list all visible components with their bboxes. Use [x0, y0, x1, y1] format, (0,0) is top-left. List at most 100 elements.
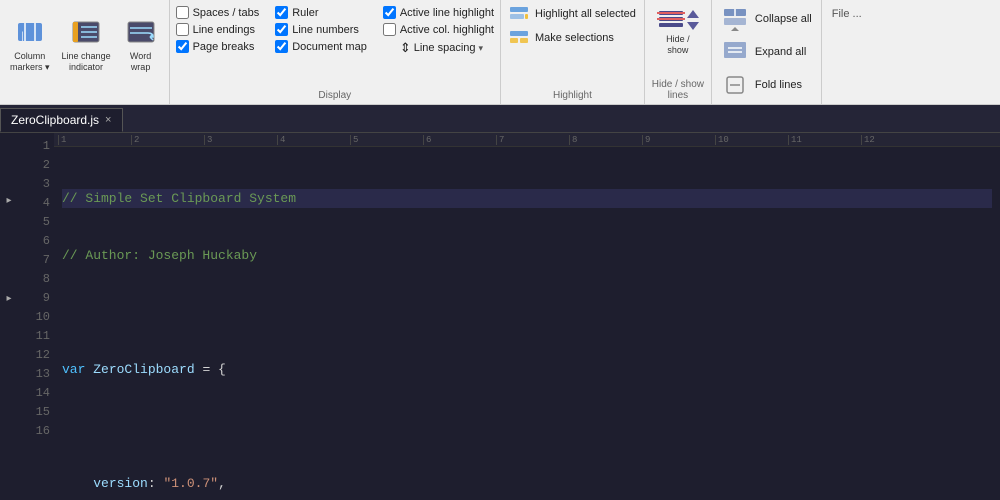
code-area[interactable]: 1 2 3 4 5 6 7 8 9 10 11 12 // Simple Set… — [54, 133, 1000, 500]
ruler-1: 1 — [58, 135, 131, 145]
column-markers-label: Columnmarkers ▾ — [10, 51, 50, 73]
tab-close-button[interactable]: × — [104, 114, 112, 126]
ruler-5: 5 — [350, 135, 423, 145]
make-selections-item[interactable]: Make selections — [509, 28, 636, 48]
line-spacing-icon: ⇕ — [400, 40, 411, 56]
display-col1: Spaces / tabs Line endings Page breaks — [176, 6, 260, 86]
line-num-16: 16 — [18, 422, 50, 441]
ruler-4: 4 — [277, 135, 350, 145]
code-line-5 — [62, 417, 992, 436]
ruler-marks: 1 2 3 4 5 6 7 8 9 10 11 12 — [58, 135, 934, 145]
line-num-13: 13 — [18, 365, 50, 384]
column-markers-button[interactable]: │ Columnmarkers ▾ — [6, 15, 54, 76]
fold-marker-6[interactable] — [3, 221, 15, 235]
code-line-4: var ZeroClipboard = { — [62, 360, 992, 379]
ruler-checkbox[interactable]: Ruler — [275, 6, 367, 19]
fold-marker-1[interactable] — [3, 151, 15, 165]
line-num-9: 9 — [18, 289, 50, 308]
active-col-highlight-checkbox[interactable]: Active col. highlight — [383, 23, 494, 36]
word-wrap-icon — [125, 18, 157, 50]
line-num-4: 4 — [18, 194, 50, 213]
line-endings-input[interactable] — [176, 23, 189, 36]
ruler-6: 6 — [423, 135, 496, 145]
line-num-5: 5 — [18, 213, 50, 232]
make-selections-label: Make selections — [535, 32, 614, 44]
active-col-highlight-input[interactable] — [383, 23, 396, 36]
line-change-indicator-button[interactable]: Line changeindicator — [58, 15, 115, 76]
fold-lines-label: Fold lines — [755, 79, 802, 91]
line-numbers-input[interactable] — [275, 23, 288, 36]
ruler-2: 2 — [131, 135, 204, 145]
active-line-highlight-label: Active line highlight — [400, 7, 494, 19]
fold-marker-11[interactable]: ▸ — [3, 291, 15, 305]
document-map-input[interactable] — [275, 40, 288, 53]
line-num-12: 12 — [18, 346, 50, 365]
page-breaks-checkbox[interactable]: Page breaks — [176, 40, 260, 53]
fold-marker-3[interactable] — [3, 179, 15, 193]
line-spacing-dropdown[interactable]: ⇕ Line spacing ▾ — [400, 40, 483, 56]
code-line-1: // Simple Set Clipboard System — [62, 189, 992, 208]
highlight-group: Highlight all selected Make selections H… — [501, 0, 645, 104]
spaces-tabs-label: Spaces / tabs — [193, 7, 260, 19]
line-num-10: 10 — [18, 308, 50, 327]
line-num-2: 2 — [18, 156, 50, 175]
ruler-label: Ruler — [292, 7, 318, 19]
display-group-label: Display — [170, 90, 500, 101]
tab-zeroclipboard[interactable]: ZeroClipboard.js × — [0, 108, 123, 132]
fold-marker-2[interactable] — [3, 165, 15, 179]
view-icon-buttons: │ Columnmarkers ▾ Line changeindicator — [6, 4, 163, 100]
ruler-7: 7 — [496, 135, 569, 145]
line-num-14: 14 — [18, 384, 50, 403]
spaces-tabs-checkbox[interactable]: Spaces / tabs — [176, 6, 260, 19]
highlight-all-selected-item[interactable]: Highlight all selected — [509, 4, 636, 24]
ruler-9: 9 — [642, 135, 715, 145]
line-numbers-checkbox[interactable]: Line numbers — [275, 23, 367, 36]
expand-all-row[interactable]: Expand all — [718, 37, 815, 67]
toolbar-group-view-icons: │ Columnmarkers ▾ Line changeindicator — [0, 0, 170, 104]
ruler-3: 3 — [204, 135, 277, 145]
line-endings-label: Line endings — [193, 24, 255, 36]
fold-marker-5[interactable] — [3, 207, 15, 221]
fold-marker-8[interactable] — [3, 249, 15, 263]
line-num-7: 7 — [18, 251, 50, 270]
line-endings-checkbox[interactable]: Line endings — [176, 23, 260, 36]
spaces-tabs-input[interactable] — [176, 6, 189, 19]
code-content[interactable]: // Simple Set Clipboard System // Author… — [54, 147, 1000, 500]
svg-text:│: │ — [20, 31, 25, 41]
page-breaks-label: Page breaks — [193, 41, 255, 53]
fold-marker-9[interactable] — [3, 263, 15, 277]
line-num-11: 11 — [18, 327, 50, 346]
word-wrap-button[interactable]: Wordwrap — [119, 15, 163, 76]
column-markers-icon: │ — [14, 18, 46, 50]
expand-all-icon — [721, 38, 749, 66]
collapse-all-label: Collapse all — [755, 13, 812, 25]
tab-filename: ZeroClipboard.js — [11, 113, 99, 127]
collapse-all-row[interactable]: Collapse all — [718, 4, 815, 34]
active-line-highlight-checkbox[interactable]: Active line highlight — [383, 6, 494, 19]
hide-show-icon-area — [657, 6, 699, 34]
page-breaks-input[interactable] — [176, 40, 189, 53]
highlight-all-icon — [509, 4, 529, 24]
line-num-3: 3 — [18, 175, 50, 194]
line-spacing-arrow: ▾ — [479, 43, 484, 54]
line-spacing-label: Line spacing — [414, 42, 476, 54]
fold-lines-row[interactable]: Fold lines — [718, 70, 815, 100]
line-num-8: 8 — [18, 270, 50, 289]
fold-marker-7[interactable] — [3, 235, 15, 249]
collapse-all-icon — [721, 5, 749, 33]
ruler-input[interactable] — [275, 6, 288, 19]
code-line-6: version: "1.0.7", — [62, 474, 992, 493]
line-change-indicator-label: Line changeindicator — [62, 51, 111, 73]
ruler-11: 11 — [788, 135, 861, 145]
tab-bar: ZeroClipboard.js × — [0, 105, 1000, 133]
fold-marker-10[interactable] — [3, 277, 15, 291]
editor-container: ▸ ▸ 1 2 3 4 5 6 7 8 9 10 11 12 13 14 15 … — [0, 133, 1000, 500]
fold-marker-4[interactable]: ▸ — [3, 193, 15, 207]
fold-lines-icon — [721, 71, 749, 99]
hide-show-button[interactable]: Hide /show — [651, 4, 705, 58]
active-line-highlight-input[interactable] — [383, 6, 396, 19]
line-num-1: 1 — [18, 137, 50, 156]
expand-fold-group: Collapse all Expand all Fold lines — [712, 0, 822, 104]
line-numbers-label: Line numbers — [292, 24, 359, 36]
document-map-checkbox[interactable]: Document map — [275, 40, 367, 53]
